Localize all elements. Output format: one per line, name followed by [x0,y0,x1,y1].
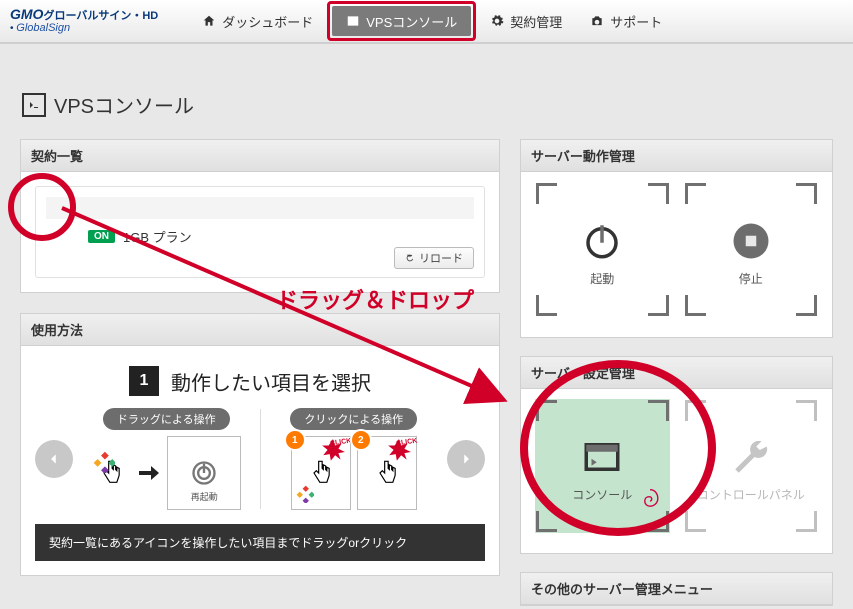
nav-dashboard[interactable]: ダッシュボード [188,6,327,36]
arrow-right-icon [137,461,161,485]
burst-icon [386,439,412,465]
page-title: VPSコンソール [0,44,853,119]
reload-label: リロード [419,250,463,266]
other-menu-title: その他のサーバー管理メニュー [521,573,832,605]
nav-vps-label: VPSコンソール [366,12,457,31]
terminal-icon [346,14,360,28]
top-nav: GMOグローバルサイン・HD • GlobalSign ダッシュボード VPSコ… [0,0,853,44]
stop-label: 停止 [739,270,763,287]
wrench-icon [730,436,772,478]
prev-arrow[interactable] [35,440,73,478]
mini-label: 再起動 [168,490,240,503]
terminal-window-icon [581,436,623,478]
contract-card[interactable]: ON 1GB プラン リロード [35,186,485,278]
nav-vps[interactable]: VPSコンソール [332,6,471,36]
contract-list-title: 契約一覧 [21,140,499,172]
nav-vps-highlight: VPSコンソール [327,1,476,41]
server-ops-title: サーバー動作管理 [521,140,832,172]
usage-instruction-bar: 契約一覧にあるアイコンを操作したい項目までドラッグorクリック [35,524,485,561]
colorful-diamond-icon [296,485,314,503]
stop-icon [730,220,772,262]
nav-dashboard-label: ダッシュボード [222,12,313,31]
other-menu-panel: その他のサーバー管理メニュー [520,572,833,606]
terminal-icon [22,93,46,117]
contract-name-placeholder [46,197,474,219]
badge-2: 2 [350,429,372,451]
reload-icon [405,253,415,263]
home-icon [202,14,216,28]
drag-mode-column: ドラッグによる操作 [79,408,254,510]
drag-mode-pill: ドラッグによる操作 [103,408,230,430]
camera-icon [590,14,604,28]
power-icon [581,220,623,262]
start-label: 起動 [590,270,614,287]
click-step-1: 1 CLICK [291,436,351,510]
contract-list-panel: 契約一覧 ON 1GB プラン リロード [20,139,500,293]
burst-icon [320,439,346,465]
nav-support[interactable]: サポート [576,6,676,36]
chevron-right-icon [459,452,473,466]
nav-contract-label: 契約管理 [510,12,562,31]
power-icon [190,459,218,487]
gear-icon [490,14,504,28]
debian-swirl-icon [639,488,661,514]
server-ops-panel: サーバー動作管理 起動 停止 [520,139,833,338]
click-mode-pill: クリックによる操作 [290,408,417,430]
status-on-badge: ON [88,230,115,243]
logo: GMOグローバルサイン・HD • GlobalSign [10,8,158,35]
chevron-left-icon [47,452,61,466]
click-step-2: 2 CLICK [357,436,417,510]
server-config-panel: サーバー設定管理 コンソール コントロールパネル [520,356,833,555]
reload-button[interactable]: リロード [394,247,474,269]
nav-contract[interactable]: 契約管理 [476,6,576,36]
stop-tile[interactable]: 停止 [684,182,819,317]
page-title-text: VPSコンソール [54,90,194,119]
console-label: コンソール [572,486,632,503]
console-tile[interactable]: コンソール [535,399,670,534]
cpanel-label: コントロールパネル [697,486,805,503]
mini-target-box: 再起動 [167,436,241,510]
start-tile[interactable]: 起動 [535,182,670,317]
usage-panel: 使用方法 1 動作したい項目を選択 ドラッグによる操作 [20,313,500,576]
server-config-title: サーバー設定管理 [521,357,832,389]
nav-support-label: サポート [610,12,662,31]
step-text: 動作したい項目を選択 [171,367,371,396]
step-number: 1 [129,366,159,396]
plan-label: 1GB プラン [123,227,192,246]
control-panel-tile[interactable]: コントロールパネル [684,399,819,534]
colorful-diamond-icon [93,451,115,473]
click-mode-column: クリックによる操作 1 CLICK [267,408,442,510]
badge-1: 1 [284,429,306,451]
next-arrow[interactable] [447,440,485,478]
usage-title: 使用方法 [21,314,499,346]
